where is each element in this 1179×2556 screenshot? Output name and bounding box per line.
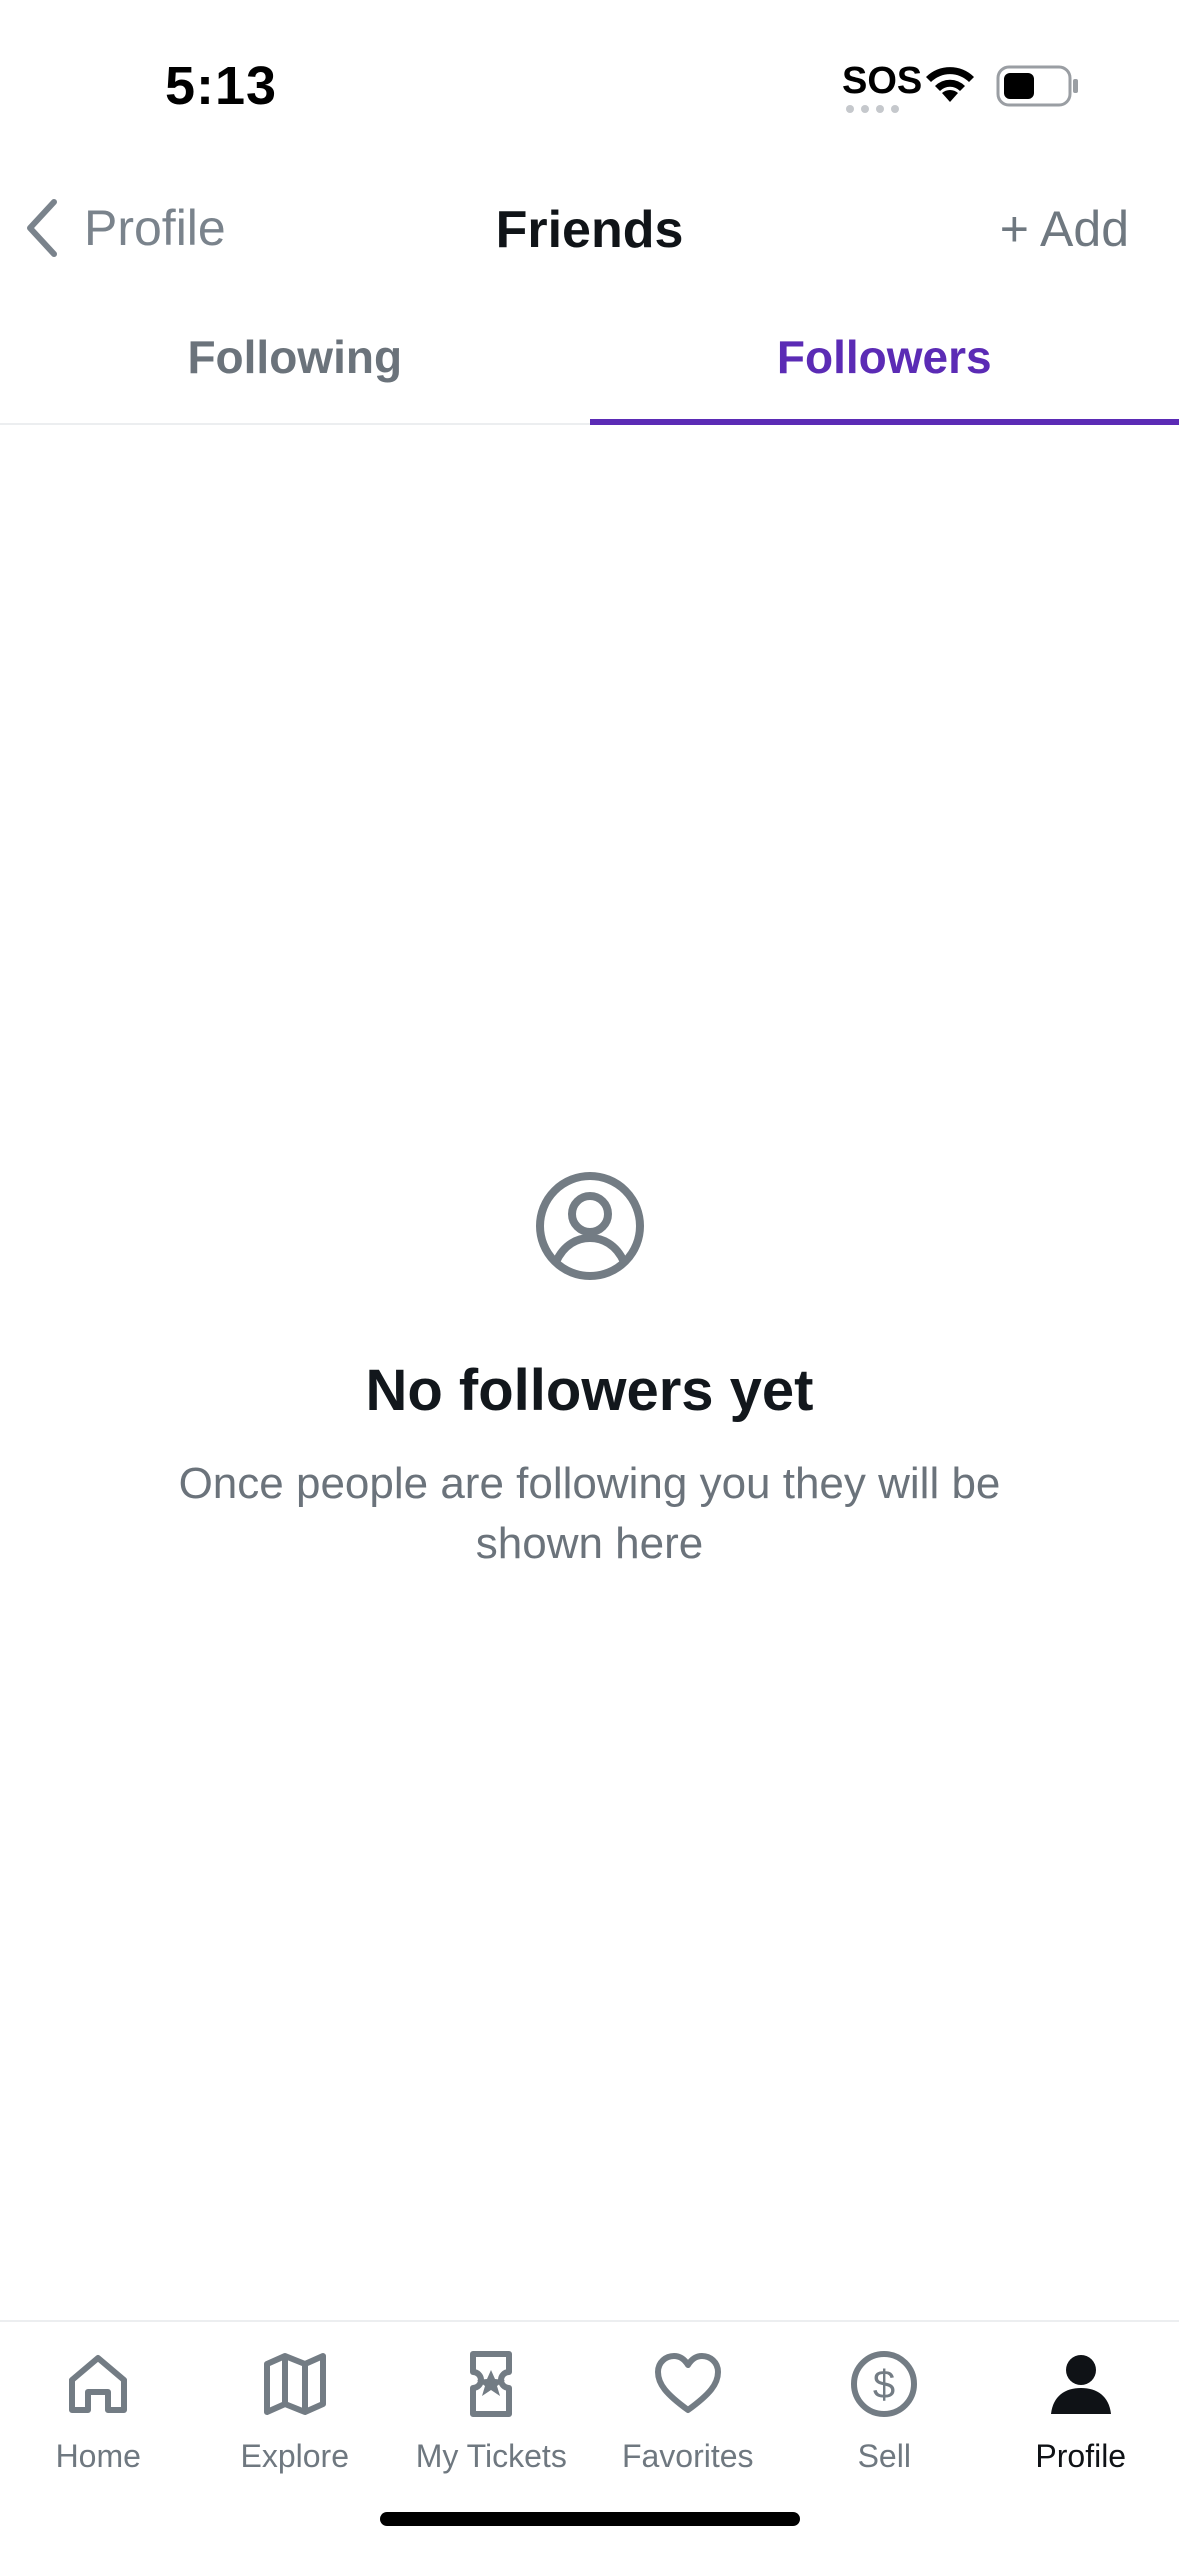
nav-item-home[interactable]: Home <box>0 2322 197 2556</box>
home-indicator[interactable] <box>380 2512 800 2526</box>
dollar-icon: $ <box>851 2351 918 2417</box>
battery-icon <box>996 65 1078 107</box>
add-friend-button[interactable]: + Add <box>1000 200 1129 258</box>
signal-dots-icon <box>846 105 899 113</box>
nav-label-profile: Profile <box>1035 2438 1127 2474</box>
tab-bar: Following Followers <box>0 305 1179 425</box>
tab-followers[interactable]: Followers <box>589 305 1179 425</box>
nav-label-explore: Explore <box>240 2438 350 2474</box>
status-bar: 5:13 SOS <box>0 0 1179 170</box>
empty-state-message: Once people are following you they will … <box>178 1459 1001 1568</box>
wifi-icon <box>926 67 974 102</box>
nav-label-favorites: Favorites <box>621 2438 754 2474</box>
svg-text:$: $ <box>873 2363 895 2407</box>
sos-indicator: SOS <box>842 60 923 102</box>
user-circle-icon <box>535 1172 644 1280</box>
status-time: 5:13 <box>165 56 278 116</box>
nav-item-sell[interactable]: $ Sell <box>786 2322 983 2556</box>
nav-label-sell: Sell <box>857 2438 911 2474</box>
nav-label-home: Home <box>55 2438 141 2474</box>
heart-icon <box>654 2353 721 2413</box>
ticket-icon <box>470 2351 513 2417</box>
navigation-bar: Profile Friends + Add <box>0 170 1179 285</box>
map-icon <box>263 2353 326 2415</box>
nav-item-profile[interactable]: Profile <box>983 2322 1179 2556</box>
empty-state: No followers yet Once people are followi… <box>0 1170 1179 1574</box>
home-icon <box>69 2355 128 2413</box>
empty-state-title: No followers yet <box>365 1358 814 1423</box>
tab-following[interactable]: Following <box>0 305 590 423</box>
nav-item-explore[interactable]: Explore <box>197 2322 394 2556</box>
friends-screen: 5:13 SOS Profile Friends + Add Following… <box>0 0 1179 2556</box>
nav-label-my-tickets: My Tickets <box>415 2438 567 2474</box>
person-icon <box>1050 2355 1111 2414</box>
